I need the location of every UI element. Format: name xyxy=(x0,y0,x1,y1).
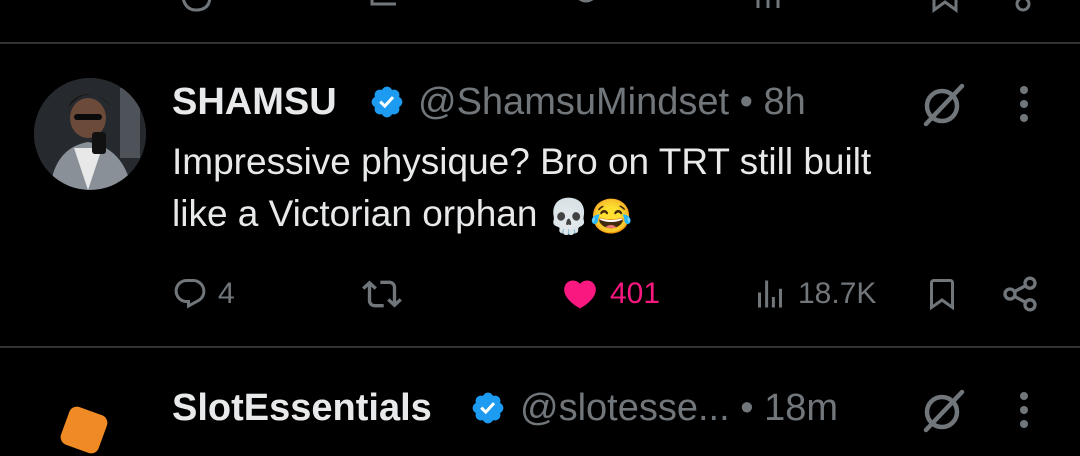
bookmark-icon[interactable] xyxy=(930,0,960,14)
share-icon xyxy=(1003,276,1037,312)
reply-button[interactable]: 4 xyxy=(172,272,235,316)
reply-icon[interactable] xyxy=(176,0,216,14)
separator-dot: • xyxy=(740,387,754,429)
tears-of-joy-emoji-icon: 😂 xyxy=(590,198,633,236)
like-icon[interactable] xyxy=(566,0,606,14)
previous-tweet-actions xyxy=(0,0,1080,14)
repost-icon xyxy=(362,280,402,308)
post-time[interactable]: 8h xyxy=(763,81,805,123)
tweet-text-line-2-text: like a Victorian orphan xyxy=(172,193,538,234)
next-user-handle[interactable]: @slotesse... xyxy=(520,387,730,429)
more-options-icon[interactable] xyxy=(1014,84,1034,128)
more-options-icon[interactable] xyxy=(1014,390,1034,434)
grok-icon[interactable] xyxy=(918,80,966,128)
repost-button[interactable] xyxy=(362,272,412,316)
views-chart-icon xyxy=(758,280,782,308)
tweet-text-line-2: like a Victorian orphan 💀😂 xyxy=(172,188,1032,243)
share-button[interactable] xyxy=(1000,272,1040,316)
bookmark-icon xyxy=(930,279,954,311)
avatar-photo-icon xyxy=(34,78,146,190)
like-button[interactable]: 401 xyxy=(560,272,660,316)
reply-icon xyxy=(174,279,206,309)
divider xyxy=(0,346,1080,348)
handle-and-time[interactable]: @ShamsuMindset • 8h xyxy=(418,76,806,128)
divider xyxy=(0,42,1080,44)
skull-emoji-icon: 💀 xyxy=(547,198,591,236)
reply-count: 4 xyxy=(218,277,235,310)
bookmark-button[interactable] xyxy=(924,272,960,316)
tweet-text-line-1: Impressive physique? Bro on TRT still bu… xyxy=(172,141,872,182)
heart-filled-icon xyxy=(564,280,596,309)
views-button[interactable]: 18.7K xyxy=(752,272,876,316)
tweet-text[interactable]: Impressive physique? Bro on TRT still bu… xyxy=(172,136,1032,243)
verified-badge-icon[interactable] xyxy=(369,84,405,120)
repost-icon[interactable] xyxy=(366,0,406,14)
next-post-time[interactable]: 18m xyxy=(764,387,838,429)
display-name[interactable]: SHAMSU xyxy=(172,76,337,128)
grok-icon[interactable] xyxy=(918,386,966,434)
next-display-name[interactable]: SlotEssentials xyxy=(172,382,432,434)
like-count: 401 xyxy=(610,277,661,310)
user-avatar[interactable] xyxy=(34,78,146,190)
share-icon[interactable] xyxy=(1008,0,1038,14)
next-handle-and-time[interactable]: @slotesse... • 18m xyxy=(520,382,838,434)
user-handle[interactable]: @ShamsuMindset xyxy=(418,81,729,123)
views-count: 18.7K xyxy=(798,277,877,310)
next-tweet-avatar[interactable] xyxy=(58,404,110,456)
separator-dot: • xyxy=(739,81,753,123)
views-icon[interactable] xyxy=(752,0,792,14)
verified-badge-icon[interactable] xyxy=(470,390,506,426)
